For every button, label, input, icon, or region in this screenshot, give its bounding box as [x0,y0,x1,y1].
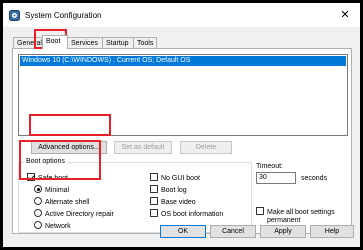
delete-button[interactable]: Delete [180,141,232,154]
active-directory-repair-label: Active Directory repair [45,211,114,218]
active-directory-repair-radio-icon[interactable] [34,209,42,217]
safe-boot-check-icon[interactable] [27,173,35,181]
network-radio-icon[interactable] [34,221,42,229]
os-list-item-selected[interactable]: Windows 10 (C:\WINDOWS) : Current OS; De… [20,56,346,66]
minimal-label: Minimal [45,187,70,194]
base-video-label: Base video [161,199,196,206]
minimal-radio[interactable]: Minimal [34,185,69,195]
apply-button[interactable]: Apply [260,225,306,238]
os-list[interactable]: Windows 10 (C:\WINDOWS) : Current OS; De… [18,54,348,136]
set-as-default-button[interactable]: Set as default [114,141,172,154]
make-permanent-label: Make all boot settings [267,209,335,216]
make-permanent-label-line2: permanent [267,217,301,224]
ok-button[interactable]: OK [160,225,206,238]
boot-options-title: Boot options [24,158,67,165]
system-configuration-window: System Configuration ✕ General Boot Serv… [0,0,363,250]
boot-tab-panel: Windows 10 (C:\WINDOWS) : Current OS; De… [12,48,352,234]
os-boot-information-check-icon[interactable] [150,209,158,217]
active-directory-repair-radio[interactable]: Active Directory repair [34,209,114,219]
minimal-radio-icon[interactable] [34,185,42,193]
msconfig-app-icon [9,10,20,21]
network-radio[interactable]: Network [34,221,71,231]
tab-boot[interactable]: Boot [42,35,68,49]
network-label: Network [45,223,71,230]
title-bar: System Configuration ✕ [3,3,360,27]
alternate-shell-label: Alternate shell [45,199,90,206]
window-title: System Configuration [25,11,102,20]
base-video-check-icon[interactable] [150,197,158,205]
base-video-checkbox[interactable]: Base video [150,197,196,207]
advanced-options-button[interactable]: Advanced options... [31,141,107,154]
os-boot-information-checkbox[interactable]: OS boot information [150,209,223,219]
timeout-input[interactable]: 30 [256,172,296,184]
window-frame: System Configuration ✕ General Boot Serv… [3,3,360,247]
cancel-button[interactable]: Cancel [210,225,256,238]
boot-log-label: Boot log [161,187,187,194]
dialog-body: General Boot Services Startup Tools Wind… [3,27,360,247]
os-boot-information-label: OS boot information [161,211,224,218]
alternate-shell-radio[interactable]: Alternate shell [34,197,89,207]
close-icon[interactable]: ✕ [336,7,354,23]
no-gui-boot-label: No GUI boot [161,175,200,182]
alternate-shell-radio-icon[interactable] [34,197,42,205]
timeout-unit: seconds [301,175,328,182]
help-button[interactable]: Help [310,225,354,238]
safe-boot-checkbox[interactable]: Safe boot [27,173,68,183]
no-gui-boot-checkbox[interactable]: No GUI boot [150,173,200,183]
boot-log-check-icon[interactable] [150,185,158,193]
boot-log-checkbox[interactable]: Boot log [150,185,187,195]
timeout-label: Timeout: [256,163,283,170]
safe-boot-label: Safe boot [38,175,68,182]
make-permanent-check-icon[interactable] [256,207,264,215]
no-gui-boot-check-icon[interactable] [150,173,158,181]
